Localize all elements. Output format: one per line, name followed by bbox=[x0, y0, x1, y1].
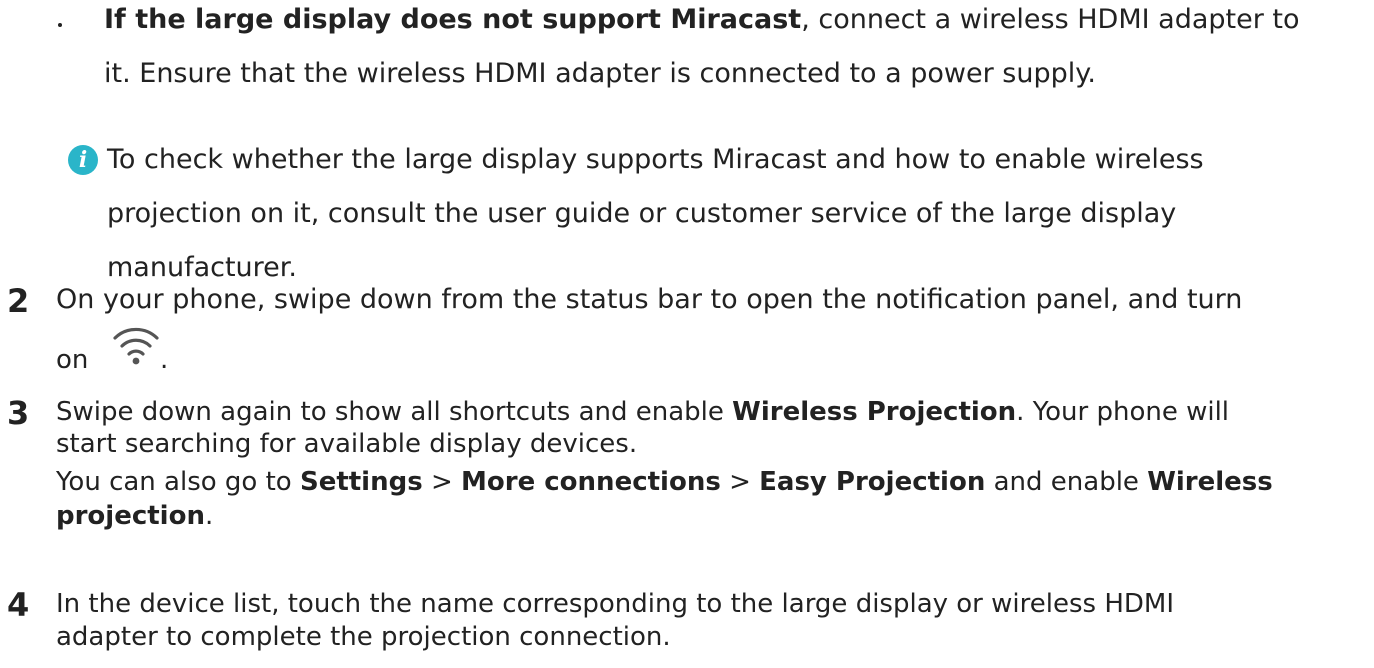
step-4-line-1: In the device list, touch the name corre… bbox=[56, 589, 1174, 619]
bullet-dot bbox=[58, 23, 62, 27]
easy-projection-label: Easy Projection bbox=[759, 467, 986, 497]
bullet-bold-text: If the large display does not support Mi… bbox=[104, 4, 802, 35]
bullet-line-2: it. Ensure that the wireless HDMI adapte… bbox=[104, 58, 1096, 89]
bullet-text: , connect a wireless HDMI adapter to bbox=[801, 4, 1300, 35]
document-page: If the large display does not support Mi… bbox=[0, 0, 1374, 668]
step-3-line-4: projection. bbox=[56, 499, 213, 533]
info-icon: i bbox=[68, 145, 98, 175]
step-2-on-text: on bbox=[56, 345, 89, 375]
step-3-line-3: You can also go to Settings > More conne… bbox=[56, 465, 1273, 499]
step-3-text: . bbox=[204, 501, 214, 531]
step-3-line-2: start searching for available display de… bbox=[56, 429, 638, 459]
more-connections-label: More connections bbox=[461, 467, 721, 497]
wireless-projection-label: Wireless Projection bbox=[732, 397, 1017, 427]
step-4-number: 4 bbox=[7, 586, 30, 624]
step-3-text: Swipe down again to show all shortcuts a… bbox=[56, 397, 733, 427]
step-3-text: and enable bbox=[985, 467, 1148, 497]
projection-label: projection bbox=[56, 501, 205, 531]
step-3-line-1: Swipe down again to show all shortcuts a… bbox=[56, 395, 1229, 429]
step-4-line-2: adapter to complete the projection conne… bbox=[56, 622, 671, 652]
note-line-2: projection on it, consult the user guide… bbox=[107, 198, 1177, 229]
settings-label: Settings bbox=[299, 467, 423, 497]
step-3-text: . Your phone will bbox=[1016, 397, 1230, 427]
path-separator: > bbox=[720, 467, 760, 497]
step-2-line-1: On your phone, swipe down from the statu… bbox=[56, 284, 1243, 315]
note-line-1: To check whether the large display suppo… bbox=[107, 144, 1204, 175]
wifi-icon bbox=[113, 327, 159, 365]
step-2-period: . bbox=[160, 345, 169, 375]
path-separator: > bbox=[422, 467, 462, 497]
note-line-3: manufacturer. bbox=[107, 252, 297, 283]
wireless-label: Wireless bbox=[1147, 467, 1273, 497]
step-2-number: 2 bbox=[7, 282, 30, 320]
bullet-line-1: If the large display does not support Mi… bbox=[58, 3, 1300, 37]
step-3-number: 3 bbox=[7, 394, 30, 432]
step-3-text: You can also go to bbox=[56, 467, 300, 497]
